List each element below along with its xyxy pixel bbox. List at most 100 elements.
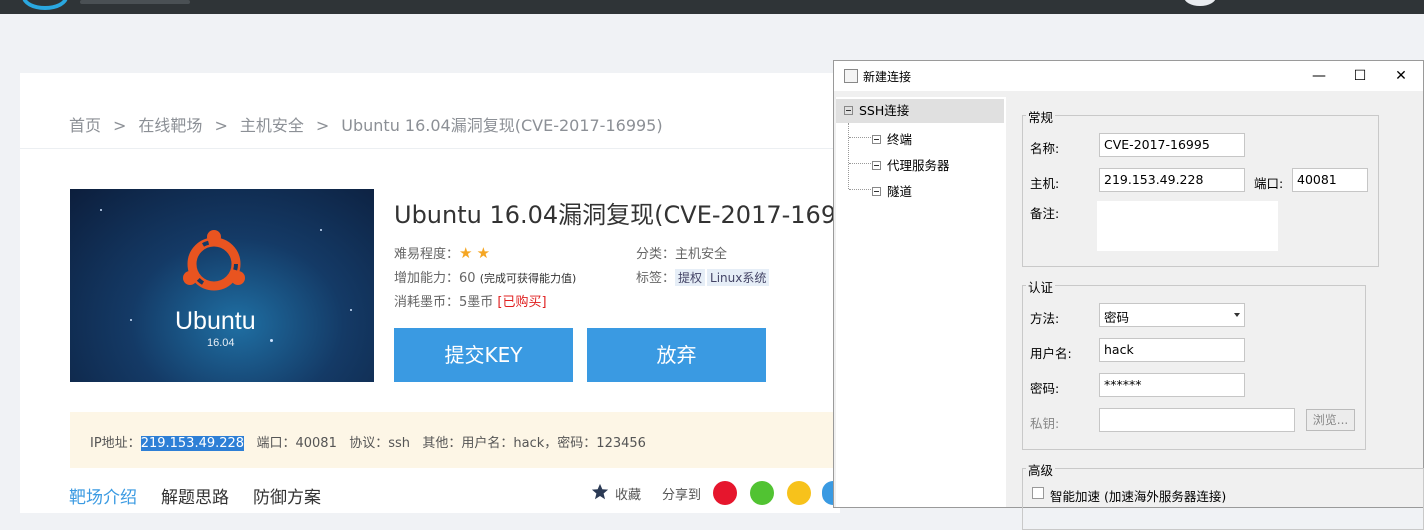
breadcrumb-host-security[interactable]: 主机安全 (240, 112, 304, 136)
port-label: 端口: (1254, 176, 1284, 191)
tree-item-proxy-label: 代理服务器 (887, 158, 950, 173)
collapse-icon (872, 161, 881, 170)
collapse-icon (872, 135, 881, 144)
tag-privilege-escalation[interactable]: 提权 (675, 269, 706, 286)
ip-value[interactable]: 219.153.49.228 (140, 436, 245, 451)
breadcrumb-online-range[interactable]: 在线靶场 (138, 112, 202, 136)
star-dot (130, 319, 132, 321)
tree-item-terminal-label: 终端 (887, 132, 913, 147)
breadcrumb-current: Ubuntu 16.04漏洞复现(CVE-2017-16995) (341, 116, 663, 135)
star-icon: ★ (476, 244, 491, 262)
lab-title: Ubuntu 16.04漏洞复现(CVE-2017-1699 (394, 201, 852, 229)
purchased-badge: [已购买] (497, 295, 547, 310)
tree-connector (849, 189, 871, 190)
tag-linux[interactable]: Linux系统 (707, 269, 770, 286)
port-input[interactable]: 40081 (1292, 168, 1368, 192)
private-key-input[interactable] (1099, 408, 1295, 432)
name-label: 名称: (1030, 141, 1060, 156)
weibo-icon[interactable] (713, 481, 737, 505)
share-label: 分享到 (662, 488, 702, 503)
method-select-value: 密码 (1104, 310, 1130, 325)
breadcrumb: 首页 > 在线靶场 > 主机安全 > Ubuntu 16.04漏洞复现(CVE-2017-1… (69, 112, 663, 136)
collapse-icon (872, 187, 881, 196)
difficulty-label: 难易程度： (394, 247, 460, 262)
note-label: 备注: (1030, 206, 1060, 221)
star-icon: ★ (459, 244, 473, 262)
tree-connector (849, 137, 871, 138)
ubuntu-wordmark: Ubuntu (175, 307, 256, 335)
bookmark-star-icon[interactable] (591, 483, 609, 501)
chevron-down-icon (1234, 313, 1240, 317)
ability-note: (完成可获得能力值) (479, 272, 577, 285)
tab-defense-plan[interactable]: 防御方案 (253, 483, 321, 508)
tree-item-ssh-label: SSH连接 (859, 103, 910, 118)
breadcrumb-separator: > (315, 116, 330, 135)
advanced-legend: 高级 (1026, 460, 1056, 479)
tree-item-tunnel-label: 隧道 (887, 184, 913, 199)
tree-connector (848, 123, 849, 189)
tags-row: 标签： 提权 Linux系统 (636, 267, 771, 286)
browse-button[interactable]: 浏览... (1306, 409, 1355, 431)
cost-row: 消耗墨币：5墨币 [已购买] (394, 291, 547, 310)
method-select[interactable]: 密码 (1099, 303, 1245, 327)
ubuntu-version: 16.04 (207, 337, 235, 349)
name-input[interactable]: CVE-2017-16995 (1099, 133, 1245, 157)
connection-info-bar: IP地址：219.153.49.228 端口：40081 协议：ssh 其他：用… (70, 412, 840, 468)
java-app-icon (844, 69, 858, 83)
collapse-icon[interactable] (844, 106, 853, 115)
site-logo[interactable] (22, 0, 68, 10)
star-dot (320, 229, 322, 231)
dialog-titlebar[interactable]: 新建连接 — ☐ ✕ (834, 61, 1423, 91)
abandon-button[interactable]: 放弃 (587, 328, 766, 382)
smart-accel-label[interactable]: 智能加速 (加速海外服务器连接) (1050, 486, 1226, 505)
smart-accel-checkbox[interactable] (1032, 487, 1044, 499)
ip-label: IP地址： (90, 436, 141, 451)
connection-info-text: IP地址：219.153.49.228 端口：40081 协议：ssh 其他：用… (90, 432, 646, 451)
minimize-icon[interactable]: — (1307, 65, 1331, 87)
breadcrumb-separator: > (214, 116, 228, 135)
auth-legend: 认证 (1026, 277, 1056, 296)
maximize-icon[interactable]: ☐ (1348, 65, 1372, 87)
connection-details: 端口：40081 协议：ssh 其他：用户名：hack，密码：123456 (256, 436, 646, 451)
general-legend: 常规 (1026, 107, 1056, 126)
new-connection-dialog: 新建连接 — ☐ ✕ SSH连接 终端 代理服务器 隧道 常规 名称: CVE-… (833, 60, 1424, 530)
breadcrumb-separator: > (113, 116, 127, 135)
tab-solution-ideas[interactable]: 解题思路 (161, 483, 229, 508)
wechat-icon[interactable] (750, 481, 774, 505)
tab-lab-intro[interactable]: 靶场介绍 (69, 483, 137, 508)
tree-item-terminal[interactable]: 终端 (872, 129, 912, 148)
dialog-title: 新建连接 (863, 70, 912, 84)
site-slogan (80, 0, 190, 4)
tags-label: 标签： (636, 271, 676, 286)
password-label: 密码: (1030, 381, 1060, 396)
note-textarea[interactable] (1097, 201, 1278, 251)
host-label: 主机: (1030, 176, 1060, 191)
password-input[interactable]: ****** (1099, 373, 1245, 397)
ability-row: 增加能力：60 (完成可获得能力值) (394, 267, 576, 286)
collect-label[interactable]: 收藏 (615, 484, 641, 503)
qzone-icon[interactable] (787, 481, 811, 505)
star-dot (350, 309, 352, 311)
tree-connector (849, 163, 871, 164)
star-dot (270, 339, 273, 342)
header-divider (20, 148, 835, 149)
tree-item-proxy[interactable]: 代理服务器 (872, 155, 950, 174)
user-avatar[interactable] (1184, 0, 1216, 6)
lab-cover-image: Ubuntu 16.04 (70, 189, 374, 382)
ubuntu-logo-icon (183, 230, 245, 291)
private-key-label: 私钥: (1030, 416, 1060, 431)
method-label: 方法: (1030, 311, 1060, 326)
cost-label: 消耗墨币：5墨币 (394, 295, 494, 310)
host-input[interactable]: 219.153.49.228 (1099, 168, 1245, 192)
close-icon[interactable]: ✕ (1389, 65, 1413, 87)
breadcrumb-home[interactable]: 首页 (69, 112, 101, 136)
username-input[interactable]: hack (1099, 338, 1245, 362)
star-dot (100, 209, 102, 211)
category-text: 分类：主机安全 (636, 247, 728, 262)
tree-item-tunnel[interactable]: 隧道 (872, 181, 912, 200)
tree-item-ssh[interactable]: SSH连接 (836, 99, 1004, 123)
connection-tree: SSH连接 终端 代理服务器 隧道 (836, 97, 1006, 507)
submit-key-button[interactable]: 提交KEY (394, 328, 573, 382)
username-label: 用户名: (1030, 346, 1072, 361)
ability-label: 增加能力：60 (394, 271, 476, 286)
